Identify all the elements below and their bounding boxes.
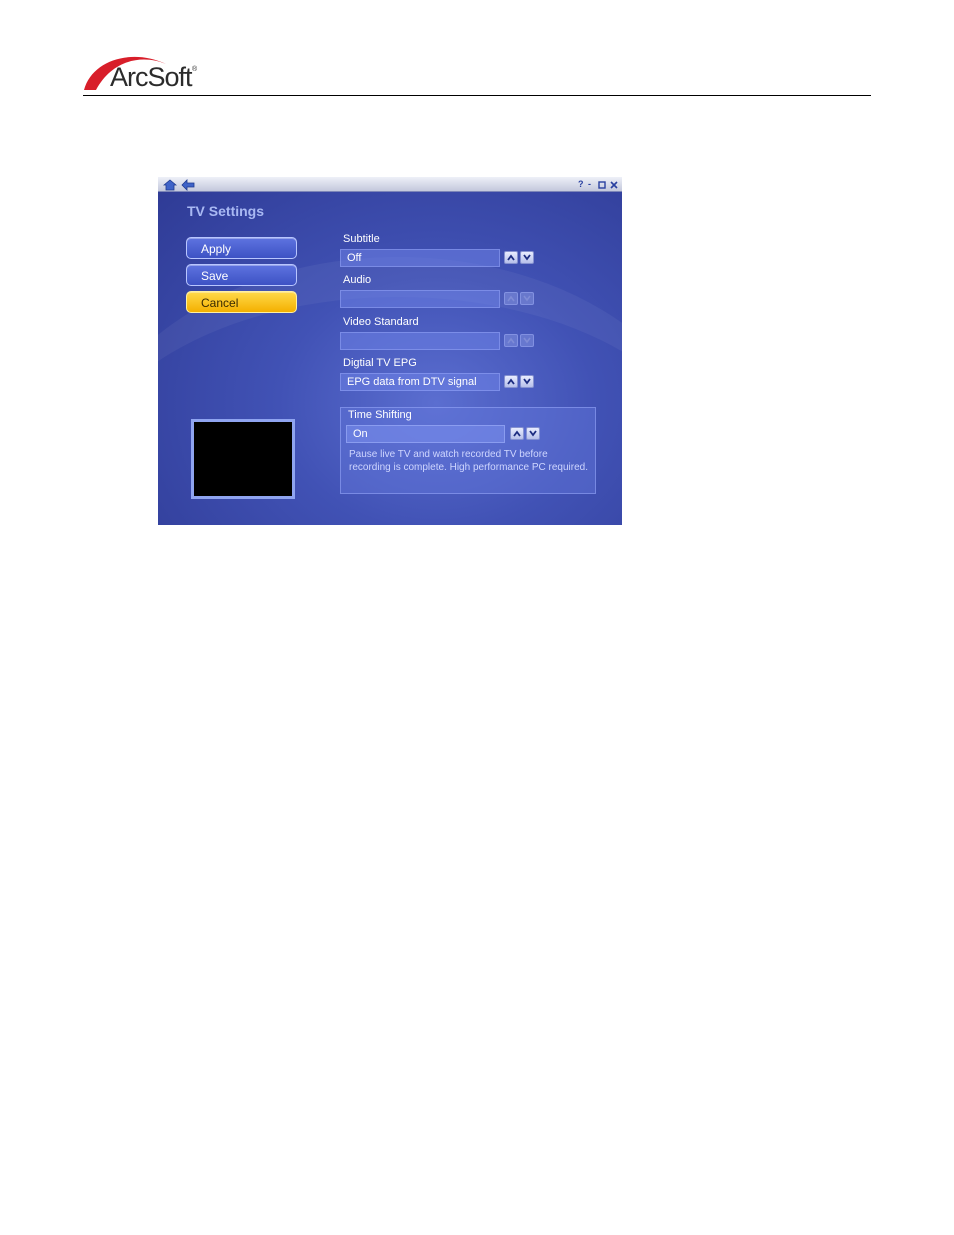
epg-field[interactable]: EPG data from DTV signal (340, 373, 500, 391)
cancel-button[interactable]: Cancel (186, 291, 297, 313)
chevron-up-icon (513, 430, 521, 437)
subtitle-down-button[interactable] (520, 251, 534, 264)
time-shifting-field[interactable]: On (346, 425, 505, 443)
chevron-down-icon (529, 430, 537, 437)
header-divider (83, 95, 871, 96)
video-standard-down-button[interactable] (520, 334, 534, 347)
subtitle-arrows (504, 251, 536, 265)
logo-text: ArcSoft (110, 62, 193, 92)
time-shifting-down-button[interactable] (526, 427, 540, 440)
subtitle-up-button[interactable] (504, 251, 518, 264)
restore-icon[interactable] (598, 178, 607, 190)
audio-down-button[interactable] (520, 292, 534, 305)
video-standard-arrows (504, 334, 536, 348)
chevron-up-icon (507, 378, 515, 385)
time-shifting-description: Pause live TV and watch recorded TV befo… (349, 449, 588, 473)
apply-button[interactable]: Apply (186, 237, 297, 259)
window-topbar: ? - (158, 177, 622, 192)
audio-up-button[interactable] (504, 292, 518, 305)
time-shifting-label: Time Shifting (348, 409, 412, 421)
audio-arrows (504, 292, 536, 306)
epg-arrows (504, 375, 536, 389)
back-arrow-icon[interactable] (181, 178, 195, 191)
save-button[interactable]: Save (186, 264, 297, 286)
subtitle-field[interactable]: Off (340, 249, 500, 267)
chevron-down-icon (523, 295, 531, 302)
minimize-button[interactable]: - (588, 178, 591, 190)
video-standard-field[interactable] (340, 332, 500, 350)
epg-label: Digtial TV EPG (343, 357, 417, 369)
video-standard-up-button[interactable] (504, 334, 518, 347)
time-shifting-up-button[interactable] (510, 427, 524, 440)
chevron-up-icon (507, 295, 515, 302)
chevron-down-icon (523, 337, 531, 344)
tv-preview-window (191, 419, 295, 499)
home-icon[interactable] (162, 178, 178, 191)
chevron-down-icon (523, 254, 531, 261)
tv-settings-window: ? - TV Settings Apply Save Cancel Subtit… (158, 177, 622, 525)
page-title: TV Settings (187, 203, 265, 219)
chevron-up-icon (507, 254, 515, 261)
chevron-up-icon (507, 337, 515, 344)
video-standard-label: Video Standard (343, 316, 419, 328)
time-shifting-arrows (510, 427, 542, 441)
help-button[interactable]: ? (578, 178, 584, 190)
audio-field[interactable] (340, 290, 500, 308)
arcsoft-logo: ArcSoft ® (82, 50, 212, 94)
close-icon[interactable] (610, 178, 619, 190)
epg-down-button[interactable] (520, 375, 534, 388)
registered-mark: ® (192, 66, 198, 73)
subtitle-label: Subtitle (343, 233, 380, 245)
audio-label: Audio (343, 274, 372, 286)
chevron-down-icon (523, 378, 531, 385)
epg-up-button[interactable] (504, 375, 518, 388)
